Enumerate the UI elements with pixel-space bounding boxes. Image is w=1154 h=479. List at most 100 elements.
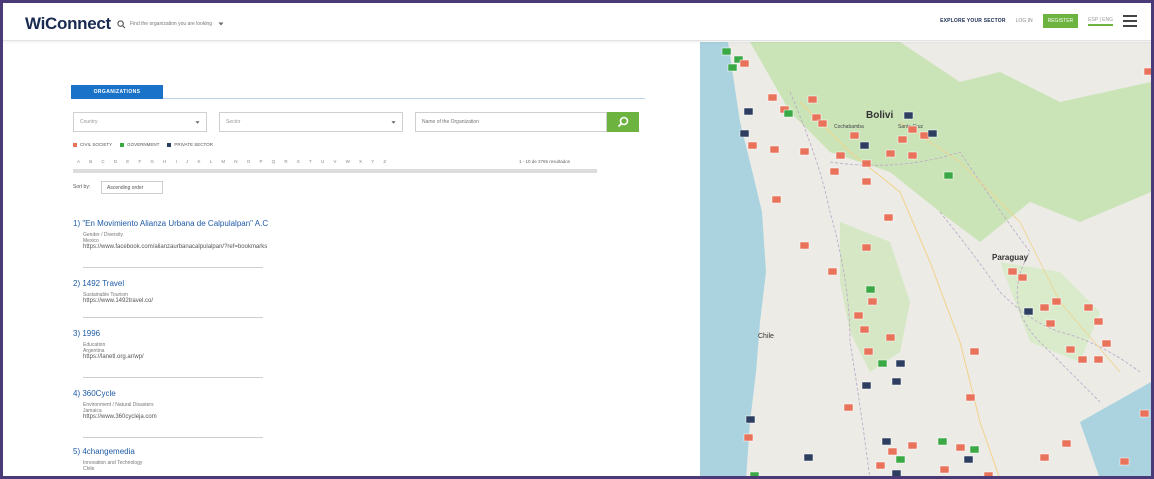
map-marker[interactable]	[897, 135, 908, 144]
org-name-input[interactable]	[415, 112, 607, 132]
map-marker[interactable]	[907, 151, 918, 160]
org-title-link[interactable]: 5) 4changemedia	[73, 447, 142, 456]
map-marker[interactable]	[799, 147, 810, 156]
alphabet-letter[interactable]: L	[210, 159, 213, 164]
map-marker[interactable]	[1119, 457, 1130, 466]
map-marker[interactable]	[835, 151, 846, 160]
map-marker[interactable]	[853, 311, 864, 320]
map-marker[interactable]	[861, 177, 872, 186]
alphabet-letter[interactable]: X	[359, 159, 362, 164]
map-marker[interactable]	[783, 109, 794, 118]
map-marker[interactable]	[747, 141, 758, 150]
map-marker[interactable]	[1045, 319, 1056, 328]
map-marker[interactable]	[1093, 317, 1104, 326]
map-marker[interactable]	[1039, 303, 1050, 312]
register-button[interactable]: REGISTER	[1042, 14, 1079, 28]
alphabet-letter[interactable]: A	[77, 159, 80, 164]
alphabet-letter[interactable]: K	[197, 159, 200, 164]
map-marker[interactable]	[1143, 67, 1151, 76]
map-marker[interactable]	[1065, 345, 1076, 354]
alphabet-letter[interactable]: F	[138, 159, 141, 164]
map-marker[interactable]	[861, 381, 872, 390]
alphabet-letter[interactable]: W	[346, 159, 350, 164]
map-marker[interactable]	[969, 445, 980, 454]
map-marker[interactable]	[895, 455, 906, 464]
sector-select[interactable]: Sector	[219, 112, 403, 132]
map-marker[interactable]	[883, 213, 894, 222]
map-marker[interactable]	[769, 145, 780, 154]
alphabet-letter[interactable]: D	[114, 159, 117, 164]
map-marker[interactable]	[965, 393, 976, 402]
map-marker[interactable]	[877, 359, 888, 368]
language-toggle[interactable]: ESP | ENG	[1088, 17, 1113, 26]
map-marker[interactable]	[903, 111, 914, 120]
alphabet-letter[interactable]: E	[126, 159, 129, 164]
map-marker[interactable]	[767, 93, 778, 102]
map-marker[interactable]	[1051, 297, 1062, 306]
country-select[interactable]: Country	[73, 112, 207, 132]
map-marker[interactable]	[1139, 409, 1150, 418]
map-marker[interactable]	[891, 469, 902, 477]
org-url-link[interactable]: https://www.1492travel.co/	[73, 298, 153, 305]
org-title-link[interactable]: 3) 1996	[73, 329, 144, 338]
alphabet-letter[interactable]: C	[101, 159, 104, 164]
wiconnect-logo[interactable]: WiConnect	[25, 14, 111, 34]
map-marker[interactable]	[907, 441, 918, 450]
map-marker[interactable]	[771, 195, 782, 204]
map-marker[interactable]	[829, 167, 840, 176]
map-marker[interactable]	[1023, 307, 1034, 316]
alphabet-letter[interactable]: N	[234, 159, 237, 164]
tab-organizations[interactable]: ORGANIZATIONS	[71, 85, 163, 99]
alphabet-letter[interactable]: Z	[383, 159, 386, 164]
alphabet-letter[interactable]: Y	[371, 159, 374, 164]
map-marker[interactable]	[859, 141, 870, 150]
map-marker[interactable]	[1061, 439, 1072, 448]
map-marker[interactable]	[919, 131, 930, 140]
map-marker[interactable]	[749, 471, 760, 479]
map-marker[interactable]	[743, 433, 754, 442]
map-marker[interactable]	[1093, 355, 1104, 364]
org-title-link[interactable]: 1) "En Movimiento Alianza Urbana de Calp…	[73, 219, 268, 228]
map-marker[interactable]	[867, 297, 878, 306]
map-marker[interactable]	[1083, 303, 1094, 312]
org-search[interactable]: Find the organization you are looking	[117, 15, 247, 33]
map-marker[interactable]	[849, 131, 860, 140]
sort-select[interactable]: Ascending order	[101, 181, 163, 194]
alphabet-letter[interactable]: J	[186, 159, 188, 164]
alphabet-letter[interactable]: H	[163, 159, 166, 164]
map-marker[interactable]	[943, 171, 954, 180]
map-marker[interactable]	[803, 453, 814, 462]
map-marker[interactable]	[969, 347, 980, 356]
map-marker[interactable]	[955, 443, 966, 452]
map-marker[interactable]	[817, 119, 828, 128]
org-url-link[interactable]: https://www.facebook.com/alianzaurbanaca…	[73, 244, 268, 251]
map-marker[interactable]	[865, 285, 876, 294]
org-url-link[interactable]: https://www.360cycleja.com	[73, 414, 157, 421]
alphabet-letter[interactable]: P	[259, 159, 262, 164]
org-url-link[interactable]: https://lanetl.org.ar/wp/	[73, 354, 144, 361]
map-marker[interactable]	[1017, 273, 1028, 282]
map-marker[interactable]	[885, 333, 896, 342]
map-marker[interactable]	[895, 359, 906, 368]
map-marker[interactable]	[739, 129, 750, 138]
map-marker[interactable]	[1077, 355, 1088, 364]
org-title-link[interactable]: 2) 1492 Travel	[73, 279, 153, 288]
search-button[interactable]	[607, 112, 639, 132]
alphabet-letter[interactable]: G	[150, 159, 154, 164]
map-marker[interactable]	[843, 403, 854, 412]
map-marker[interactable]	[863, 347, 874, 356]
map-marker[interactable]	[983, 471, 994, 479]
map-marker[interactable]	[861, 243, 872, 252]
map-marker[interactable]	[927, 129, 938, 138]
map-marker[interactable]	[859, 325, 870, 334]
map-marker[interactable]	[887, 447, 898, 456]
map-marker[interactable]	[745, 415, 756, 424]
map-marker[interactable]	[875, 461, 886, 470]
map-marker[interactable]	[939, 465, 950, 474]
alphabet-letter[interactable]: U	[321, 159, 324, 164]
map-marker[interactable]	[1007, 267, 1018, 276]
map-marker[interactable]	[885, 149, 896, 158]
alphabet-letter[interactable]: Q	[272, 159, 276, 164]
map-canvas[interactable]: Bolivi Cochabamba Santa Cruz Paraguay Ch…	[700, 42, 1151, 479]
alphabet-letter[interactable]: T	[309, 159, 312, 164]
